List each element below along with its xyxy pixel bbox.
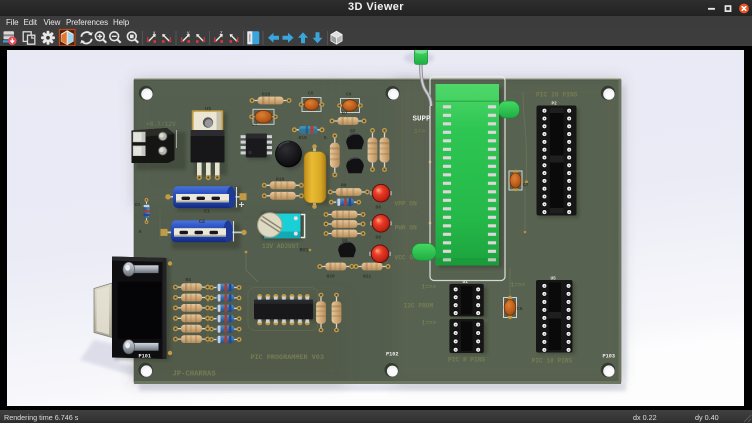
svg-text:1=>>: 1=>>	[511, 282, 526, 289]
svg-text:C9: C9	[346, 92, 352, 98]
svg-text:+8.7/12V: +8.7/12V	[146, 121, 176, 128]
svg-text:K: K	[324, 135, 327, 141]
svg-text:R16: R16	[276, 177, 285, 183]
svg-text:R21: R21	[363, 274, 372, 280]
svg-text:13V ADJUST: 13V ADJUST	[262, 243, 299, 250]
svg-text:R10: R10	[262, 92, 271, 98]
svg-text:R9: R9	[341, 183, 347, 189]
svg-text:R7: R7	[342, 111, 348, 117]
svg-text:P2: P2	[552, 102, 558, 107]
svg-text:D1: D1	[135, 202, 141, 208]
svg-text:1=>>: 1=>>	[422, 320, 437, 327]
svg-text:VPP ON: VPP ON	[395, 201, 418, 208]
svg-text:1=>: 1=>	[414, 128, 425, 135]
svg-text:P101: P101	[139, 354, 151, 360]
svg-text:1=>>: 1=>>	[422, 284, 437, 291]
svg-text:JP-CHARRAS: JP-CHARRAS	[173, 371, 217, 379]
svg-text:C6: C6	[517, 306, 523, 312]
svg-text:C1: C1	[204, 209, 210, 215]
svg-text:PIC 18 PINS: PIC 18 PINS	[532, 358, 573, 365]
svg-text:I2C PROM: I2C PROM	[404, 303, 434, 310]
svg-text:PIC 28 PINS: PIC 28 PINS	[536, 92, 578, 99]
svg-text:U5: U5	[551, 277, 557, 282]
svg-text:RV1: RV1	[300, 248, 309, 254]
svg-text:Q2: Q2	[350, 128, 356, 134]
svg-text:C7: C7	[523, 182, 529, 188]
svg-text:PWR ON: PWR ON	[395, 225, 418, 232]
svg-text:U1: U1	[463, 280, 469, 285]
svg-text:C2: C2	[199, 219, 205, 225]
svg-text:R4: R4	[186, 277, 192, 283]
svg-text:SUPP: SUPP	[413, 116, 432, 124]
svg-text:PIC PROGRAMMER V03: PIC PROGRAMMER V03	[251, 354, 324, 362]
svg-text:PIC 8 PINS: PIC 8 PINS	[448, 357, 485, 364]
svg-text:D6: D6	[376, 205, 382, 211]
svg-text:R20: R20	[327, 274, 336, 280]
svg-text:D9: D9	[376, 235, 382, 241]
svg-text:P103: P103	[603, 354, 615, 360]
svg-text:C5: C5	[308, 91, 314, 97]
svg-text:Q3: Q3	[342, 238, 348, 244]
svg-text:D10: D10	[299, 135, 308, 141]
svg-text:U4: U4	[252, 122, 258, 128]
svg-text:P102: P102	[386, 352, 398, 358]
svg-text:K: K	[139, 229, 142, 235]
